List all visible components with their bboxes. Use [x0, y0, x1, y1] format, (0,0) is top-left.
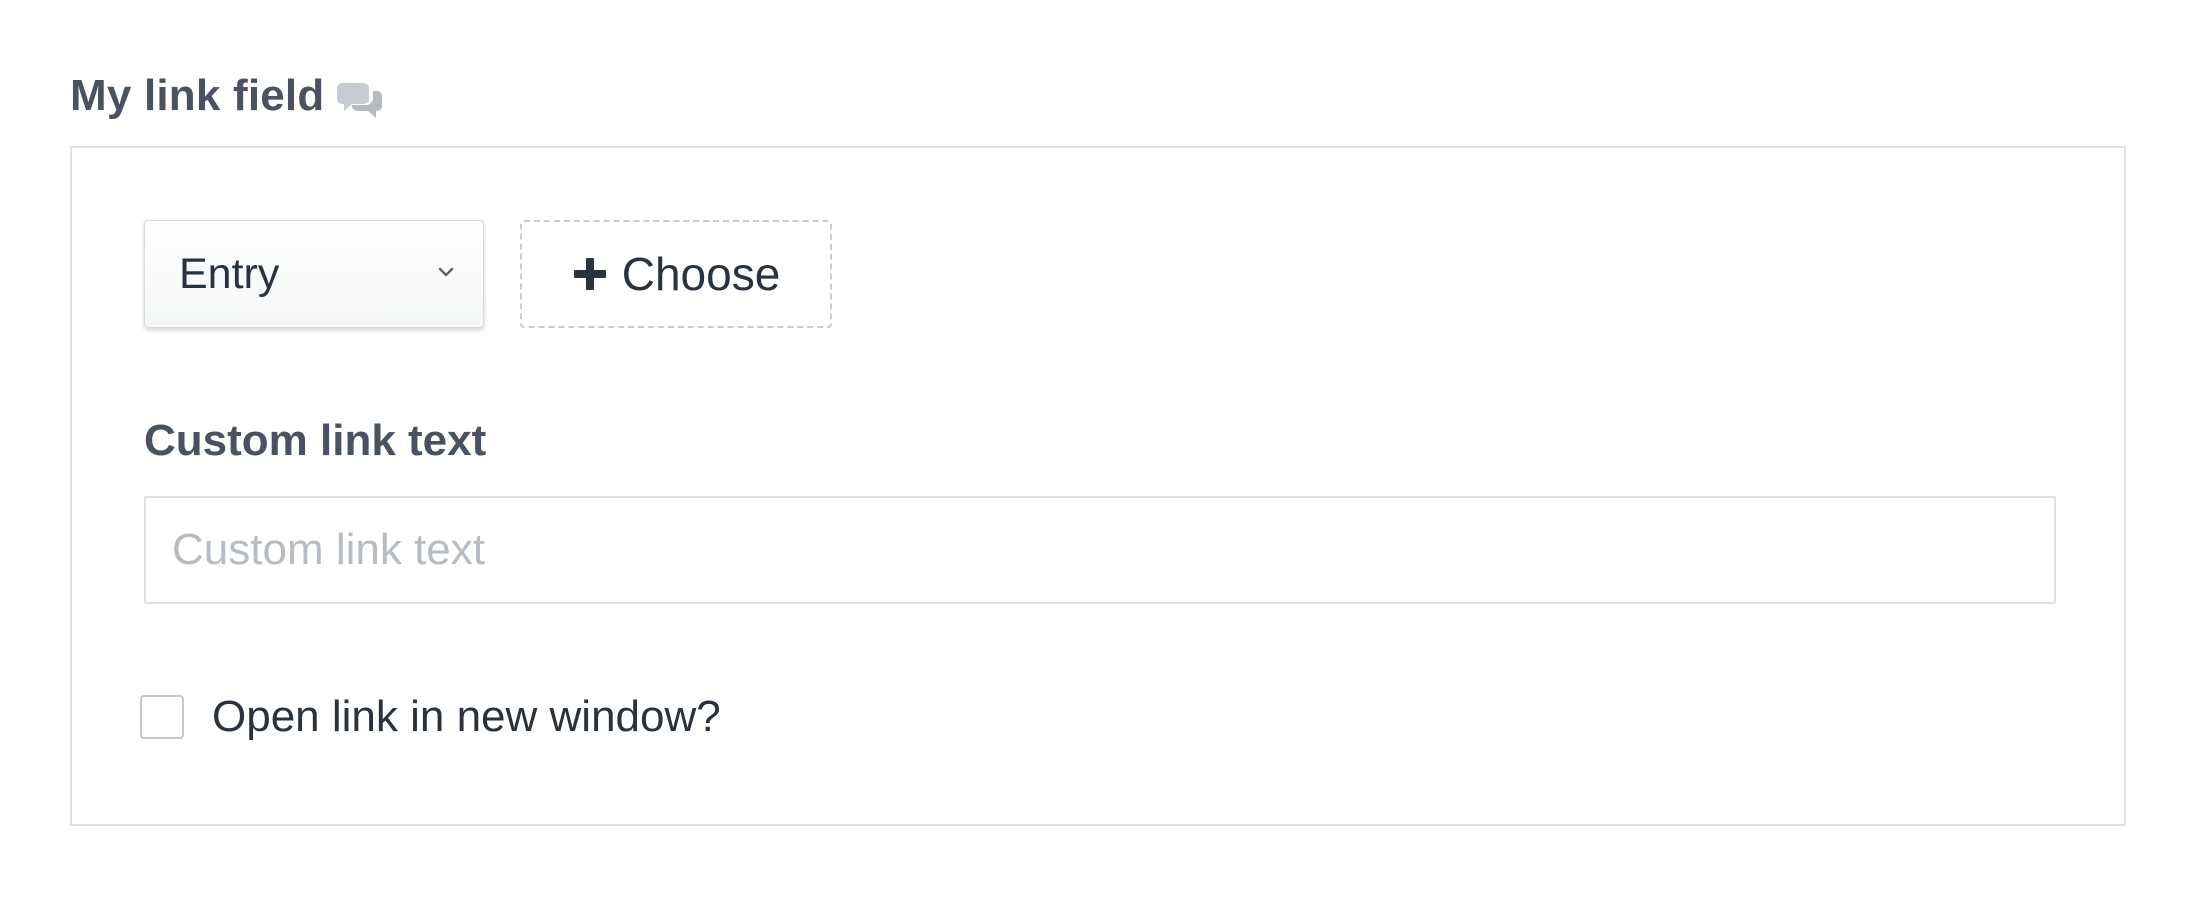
link-type-select-value: Entry: [179, 249, 280, 298]
field-heading: My link field: [70, 66, 386, 126]
link-field-container: Entry Choose Custom link text Open link …: [70, 146, 2126, 826]
plus-icon: [572, 252, 622, 297]
new-window-checkbox-label: Open link in new window?: [212, 692, 721, 741]
new-window-option[interactable]: Open link in new window?: [140, 692, 721, 742]
chevron-down-icon: [435, 264, 457, 285]
link-selector-row: Entry Choose: [144, 220, 832, 328]
new-window-checkbox[interactable]: [140, 695, 184, 739]
field-label: My link field: [70, 71, 325, 120]
speech-bubbles-icon[interactable]: [336, 79, 386, 121]
choose-button[interactable]: Choose: [520, 220, 832, 328]
choose-button-label: Choose: [621, 248, 781, 300]
link-type-select[interactable]: Entry: [144, 220, 484, 328]
custom-link-text-input[interactable]: [144, 496, 2056, 604]
custom-link-text-label: Custom link text: [144, 416, 487, 465]
